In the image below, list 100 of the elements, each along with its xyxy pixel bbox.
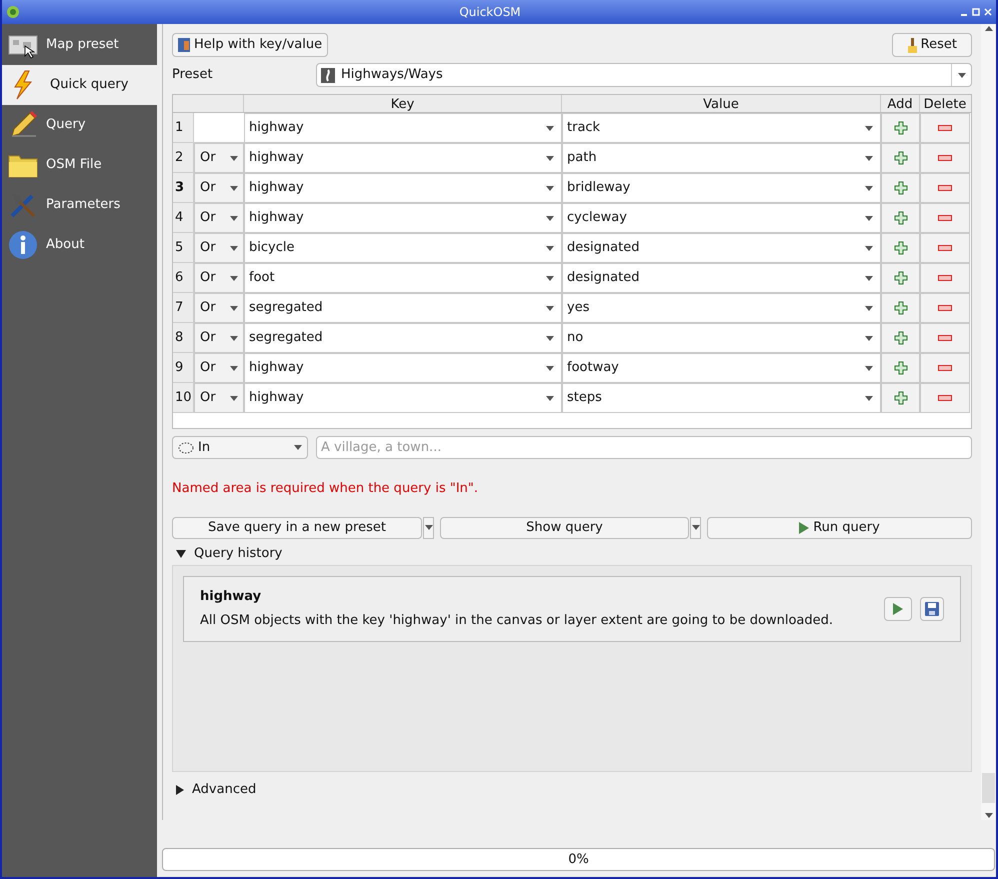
- plus-icon: [894, 241, 908, 255]
- value-dropdown[interactable]: no: [562, 323, 881, 353]
- sidebar-item[interactable]: Map preset: [2, 25, 157, 65]
- add-row-button[interactable]: [881, 233, 920, 263]
- brush-icon: [906, 38, 917, 52]
- key-dropdown[interactable]: highway: [244, 173, 562, 203]
- key-dropdown[interactable]: segregated: [244, 293, 562, 323]
- maximize-icon[interactable]: [972, 8, 980, 16]
- save-history-button[interactable]: [920, 596, 944, 620]
- scrollbar[interactable]: [981, 24, 996, 820]
- operator-dropdown[interactable]: Or: [194, 263, 244, 293]
- caret-icon: [865, 186, 873, 190]
- add-row-button[interactable]: [881, 323, 920, 353]
- minus-icon: [938, 185, 952, 191]
- value-dropdown[interactable]: track: [562, 113, 881, 143]
- sidebar-item[interactable]: About: [2, 225, 157, 265]
- caret-icon: [294, 445, 302, 450]
- value-dropdown[interactable]: footway: [562, 353, 881, 383]
- operator-dropdown[interactable]: Or: [194, 203, 244, 233]
- scroll-up-icon[interactable]: [984, 26, 992, 31]
- caret-icon: [230, 366, 238, 370]
- value-dropdown[interactable]: designated: [562, 233, 881, 263]
- caret-icon: [865, 336, 873, 340]
- section-title[interactable]: Query history: [194, 544, 282, 564]
- key-dropdown[interactable]: segregated: [244, 323, 562, 353]
- key-dropdown[interactable]: bicycle: [244, 233, 562, 263]
- sidebar-item[interactable]: OSM File: [2, 145, 157, 185]
- delete-row-button[interactable]: [920, 113, 970, 143]
- collapse-arrow-icon[interactable]: [176, 550, 186, 558]
- delete-row-button[interactable]: [920, 323, 970, 353]
- row-number: 4: [173, 203, 194, 233]
- add-row-button[interactable]: [881, 113, 920, 143]
- delete-row-button[interactable]: [920, 353, 970, 383]
- operator-dropdown[interactable]: Or: [194, 233, 244, 263]
- key-dropdown[interactable]: highway: [244, 383, 562, 413]
- save-menu-button[interactable]: [423, 516, 434, 538]
- show-menu-button[interactable]: [690, 516, 701, 538]
- row-number: 3: [173, 173, 194, 203]
- delete-row-button[interactable]: [920, 143, 970, 173]
- row-number: 2: [173, 143, 194, 173]
- key-dropdown[interactable]: highway: [244, 353, 562, 383]
- delete-row-button[interactable]: [920, 263, 970, 293]
- key-dropdown[interactable]: highway: [244, 143, 562, 173]
- caret-icon: [865, 306, 873, 310]
- sidebar-item[interactable]: Query: [2, 105, 157, 145]
- delete-row-button[interactable]: [920, 233, 970, 263]
- area-input-field[interactable]: A village, a town...: [316, 436, 972, 459]
- minus-icon: [938, 275, 952, 281]
- operator-dropdown[interactable]: Or: [194, 293, 244, 323]
- delete-row-button[interactable]: [920, 383, 970, 413]
- value-dropdown[interactable]: designated: [562, 263, 881, 293]
- add-row-button[interactable]: [881, 173, 920, 203]
- scrollbar-thumb[interactable]: [982, 773, 995, 803]
- add-row-button[interactable]: [881, 383, 920, 413]
- add-row-button[interactable]: [881, 263, 920, 293]
- run-query-button[interactable]: Run query: [707, 516, 972, 538]
- sidebar-item[interactable]: Quick query: [2, 65, 157, 105]
- key-dropdown[interactable]: foot: [244, 263, 562, 293]
- value-dropdown[interactable]: steps: [562, 383, 881, 413]
- plus-icon: [894, 391, 908, 405]
- key-dropdown[interactable]: highway: [244, 203, 562, 233]
- show-query-button[interactable]: Show query: [440, 516, 689, 538]
- operator-dropdown[interactable]: Or: [194, 143, 244, 173]
- value-dropdown[interactable]: yes: [562, 293, 881, 323]
- sidebar-item[interactable]: Parameters: [2, 185, 157, 225]
- reset-button[interactable]: Reset: [892, 33, 972, 57]
- delete-row-button[interactable]: [920, 203, 970, 233]
- value-dropdown[interactable]: cycleway: [562, 203, 881, 233]
- plus-icon: [894, 301, 908, 315]
- preset-dropdown[interactable]: Highways/Ways: [316, 63, 972, 87]
- operator-dropdown[interactable]: Or: [194, 173, 244, 203]
- add-row-button[interactable]: [881, 143, 920, 173]
- scroll-down-icon[interactable]: [984, 813, 992, 818]
- add-row-button[interactable]: [881, 353, 920, 383]
- add-row-button[interactable]: [881, 293, 920, 323]
- value-dropdown[interactable]: path: [562, 143, 881, 173]
- operator-dropdown[interactable]: Or: [194, 323, 244, 353]
- add-row-button[interactable]: [881, 203, 920, 233]
- close-icon[interactable]: [984, 8, 992, 16]
- operator-dropdown[interactable]: Or: [194, 353, 244, 383]
- help-button[interactable]: Help with key/value: [172, 33, 328, 57]
- area-type-dropdown[interactable]: In: [172, 436, 308, 459]
- caret-icon: [865, 216, 873, 220]
- caret-icon: [230, 246, 238, 250]
- history-description: All OSM objects with the key 'highway' in the canvas or layer extent are going to be downloaded.: [200, 612, 834, 630]
- row-number: 9: [173, 353, 194, 383]
- app-icon: [6, 5, 20, 19]
- expand-arrow-icon[interactable]: [176, 784, 184, 794]
- run-history-button[interactable]: [884, 596, 912, 620]
- plus-icon: [894, 361, 908, 375]
- operator-dropdown[interactable]: Or: [194, 383, 244, 413]
- delete-row-button[interactable]: [920, 173, 970, 203]
- caret-icon: [230, 156, 238, 160]
- section-title[interactable]: Advanced: [192, 780, 256, 800]
- delete-row-button[interactable]: [920, 293, 970, 323]
- value-dropdown[interactable]: bridleway: [562, 173, 881, 203]
- key-dropdown[interactable]: highway: [244, 113, 562, 143]
- save-preset-button[interactable]: Save query in a new preset: [172, 516, 422, 538]
- column-header: Add: [881, 95, 920, 112]
- row-number: 8: [173, 323, 194, 353]
